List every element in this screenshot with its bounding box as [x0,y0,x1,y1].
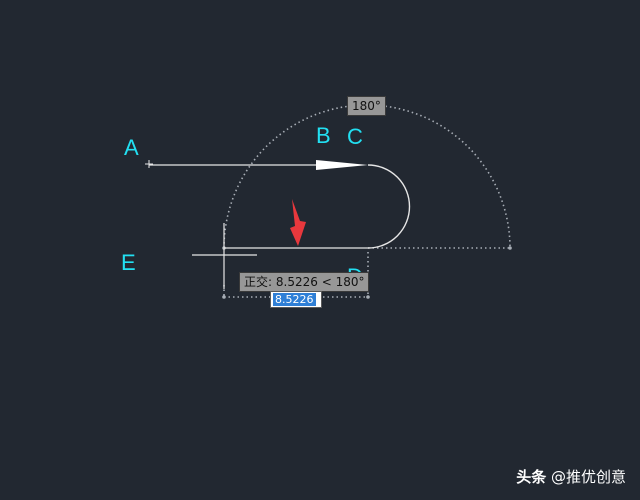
polar-tracking-arc [223,104,511,249]
point-label-c: C [347,124,363,149]
tracking-end-dot [508,246,512,250]
ortho-angle-separator: < [317,275,336,289]
ortho-angle-value: 180° [335,275,365,289]
dimension-dot-right [366,295,370,299]
ortho-mode-label: 正交 [244,275,269,289]
point-label-e: E [121,250,136,275]
dynamic-length-input[interactable]: 8.5226 [270,291,322,308]
ortho-tooltip: 正交: 8.5226 < 180° [239,272,370,292]
watermark-brand: 头条 [516,468,547,486]
drawing-canvas[interactable] [0,0,640,500]
dimension-dot-left [222,295,226,299]
watermark-handle: @推优创意 [550,468,626,486]
length-input-selected-text[interactable]: 8.5226 [273,293,316,306]
ortho-colon: : [268,275,276,289]
polar-angle-tooltip: 180° [347,96,386,116]
polyline-arc-segment [367,164,411,249]
polyline-arrowhead [316,160,368,170]
point-label-b: B [316,123,331,148]
point-label-a: A [124,135,139,160]
watermark: 头条 @推优创意 [516,468,626,486]
ortho-length-value: 8.5226 [275,275,318,289]
red-pointer-arrow-icon [290,199,306,246]
